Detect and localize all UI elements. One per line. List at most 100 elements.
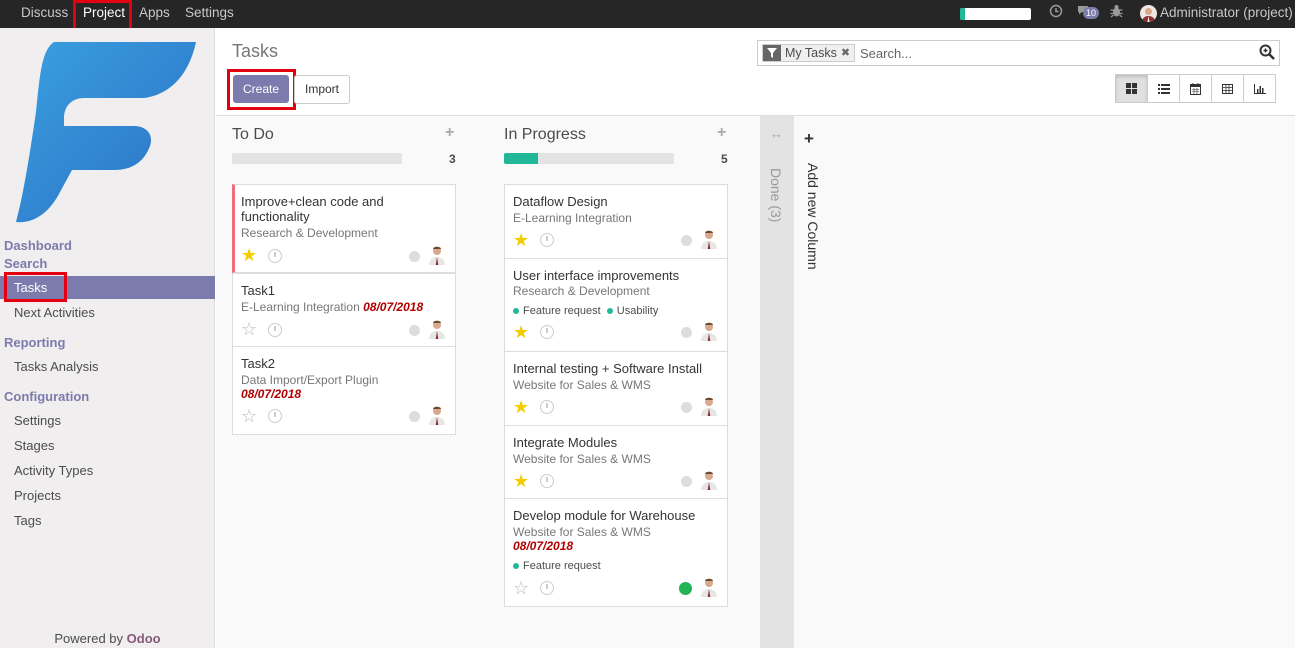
sidebar-item-settings[interactable]: Settings (14, 413, 61, 428)
card-title: Task2 (241, 356, 275, 371)
kanban-icon (1126, 83, 1137, 94)
search-input[interactable] (860, 43, 1250, 63)
onboarding-progress-fill (960, 8, 965, 20)
column-count-todo: 3 (449, 152, 456, 166)
kanban-card[interactable]: Internal testing + Software Install Webs… (504, 351, 728, 426)
onboarding-progress[interactable] (960, 8, 1031, 20)
facet-remove-icon[interactable]: ✖ (841, 45, 854, 61)
calendar-view-button[interactable] (1179, 74, 1212, 103)
card-project: Website for Sales & WMS (513, 525, 651, 539)
activity-clock-icon[interactable] (540, 400, 554, 414)
card-title: Improve+clean code and functionality (241, 194, 384, 224)
search-facet[interactable]: My Tasks ✖ (762, 44, 856, 62)
assignee-avatar (701, 578, 717, 597)
priority-star-icon[interactable]: ★ (241, 246, 257, 264)
sidebar-item-tasks-analysis[interactable]: Tasks Analysis (14, 359, 99, 374)
tag-label: Feature request (523, 305, 601, 317)
column-count-in-progress: 5 (721, 152, 728, 166)
list-icon (1157, 83, 1170, 94)
graph-view-button[interactable] (1243, 74, 1276, 103)
powered-by: Powered by Odoo (0, 631, 215, 646)
highlight-project-menu (73, 0, 132, 31)
user-menu[interactable]: Administrator (project) (1160, 5, 1293, 20)
column-progressbar-fill (504, 153, 538, 164)
activity-clock-icon[interactable] (1049, 4, 1063, 21)
list-view-button[interactable] (1147, 74, 1180, 103)
kanban-state-dot[interactable] (681, 476, 692, 487)
kanban-state-dot[interactable] (409, 251, 420, 262)
activity-clock-icon[interactable] (540, 581, 554, 595)
tag-color-dot (513, 308, 519, 315)
sidebar-item-activity-types[interactable]: Activity Types (14, 463, 93, 478)
user-avatar[interactable] (1140, 5, 1157, 22)
priority-star-icon[interactable]: ★ (513, 398, 529, 416)
folded-column-done[interactable]: ↔ Done (3) (760, 116, 794, 648)
activity-clock-icon[interactable] (540, 474, 554, 488)
sidebar-item-projects[interactable]: Projects (14, 488, 61, 503)
assignee-avatar (701, 471, 717, 490)
sidebar-item-stages[interactable]: Stages (14, 438, 54, 453)
column-progressbar-todo[interactable] (232, 153, 402, 164)
kanban-state-dot[interactable] (409, 411, 420, 422)
kanban-state-dot[interactable] (681, 402, 692, 413)
messages-count-badge: 10 (1083, 7, 1100, 19)
column-title-in-progress[interactable]: In Progress (504, 126, 586, 144)
kanban-state-dot[interactable] (679, 582, 692, 595)
kanban-state-dot[interactable] (681, 327, 692, 338)
pivot-view-button[interactable] (1211, 74, 1244, 103)
priority-star-icon[interactable]: ★ (513, 231, 529, 249)
kanban-view-button[interactable] (1115, 74, 1148, 103)
menu-discuss[interactable]: Discuss (21, 0, 68, 28)
assignee-avatar (701, 397, 717, 416)
card-project: Website for Sales & WMS (513, 452, 651, 466)
page-title: Tasks (232, 41, 279, 61)
kanban-card[interactable]: Task1 E-Learning Integration 08/07/2018 … (232, 273, 456, 347)
kanban-card[interactable]: User interface improvements Research & D… (504, 258, 728, 352)
kanban-card[interactable]: Dataflow Design E-Learning Integration ★ (504, 184, 728, 259)
card-title: Develop module for Warehouse (513, 508, 696, 523)
menu-settings[interactable]: Settings (185, 0, 234, 28)
kanban-card[interactable]: Develop module for Warehouse Website for… (504, 498, 728, 607)
graph-icon (1253, 83, 1266, 94)
add-column-label[interactable]: Add new Column (805, 163, 821, 270)
activity-clock-icon[interactable] (540, 325, 554, 339)
debug-bug-icon[interactable] (1110, 4, 1123, 21)
kanban-state-dot[interactable] (681, 235, 692, 246)
column-title-todo[interactable]: To Do (232, 126, 274, 144)
kanban-card[interactable]: Task2 Data Import/Export Plugin 08/07/20… (232, 346, 456, 435)
priority-star-icon[interactable]: ★ (513, 323, 529, 341)
column-quick-create-icon[interactable]: + (445, 124, 454, 142)
sidebar-section-configuration: Configuration (4, 389, 90, 404)
activity-clock-icon[interactable] (268, 323, 282, 337)
kanban-card[interactable]: Integrate Modules Website for Sales & WM… (504, 425, 728, 500)
menu-apps[interactable]: Apps (139, 0, 170, 28)
priority-star-icon[interactable]: ☆ (241, 407, 257, 425)
assignee-avatar (701, 230, 717, 249)
priority-star-icon[interactable]: ☆ (513, 579, 529, 597)
sidebar-item-next-activities[interactable]: Next Activities (14, 305, 95, 320)
assignee-avatar (429, 246, 445, 265)
priority-star-icon[interactable]: ★ (513, 472, 529, 490)
column-progressbar-in-progress[interactable] (504, 153, 674, 164)
sidebar-dashboard[interactable]: Dashboard (4, 238, 72, 253)
activity-clock-icon[interactable] (268, 409, 282, 423)
add-column[interactable]: + Add new Column (800, 129, 830, 299)
search-options-icon[interactable] (1259, 44, 1275, 60)
view-switcher (1115, 74, 1276, 103)
kanban-state-dot[interactable] (409, 325, 420, 336)
unfold-arrows-icon[interactable]: ↔ (770, 126, 783, 141)
filter-icon (763, 45, 781, 61)
activity-clock-icon[interactable] (268, 249, 282, 263)
card-title: Dataflow Design (513, 194, 608, 209)
column-quick-create-icon[interactable]: + (717, 124, 726, 142)
priority-star-icon[interactable]: ☆ (241, 320, 257, 338)
activity-clock-icon[interactable] (540, 233, 554, 247)
import-button[interactable]: Import (294, 75, 350, 104)
kanban-card[interactable]: Improve+clean code and functionality Res… (232, 184, 456, 273)
add-column-plus-icon[interactable]: + (804, 129, 814, 149)
odoo-link[interactable]: Odoo (127, 631, 161, 646)
kanban-board: To Do + 3 Improve+clean code and functio… (216, 116, 1295, 648)
card-deadline: 08/07/2018 (363, 300, 424, 314)
sidebar-item-tags[interactable]: Tags (14, 513, 41, 528)
company-logo (16, 42, 196, 223)
